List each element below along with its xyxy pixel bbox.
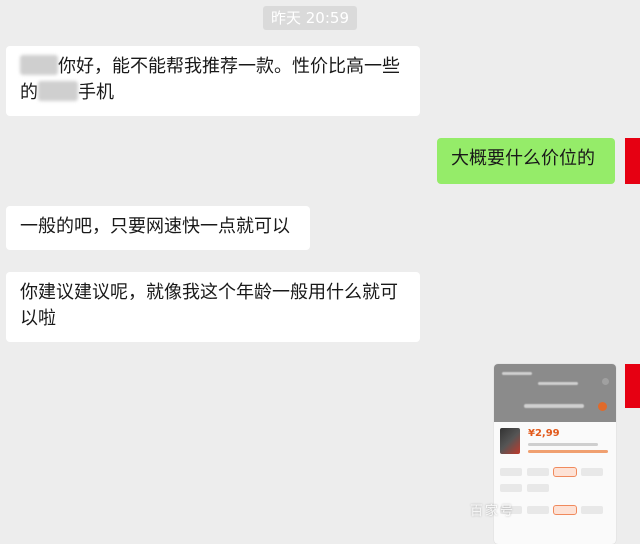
message-text: 你建议建议呢，就像我这个年龄一般用什么就可 (20, 282, 398, 303)
redacted-text (38, 81, 78, 101)
message-bubble-incoming[interactable]: 一般的吧，只要网速快一点就可以 (6, 206, 310, 250)
message-bubble-incoming[interactable]: 你建议建议呢，就像我这个年龄一般用什么就可 以啦 (6, 272, 420, 342)
product-price: ¥2,99 (528, 428, 560, 439)
message-text: 手机 (78, 82, 114, 103)
chat-timestamp: 昨天 20:59 (263, 6, 357, 30)
message-bubble-outgoing[interactable]: 大概要什么价位的 (437, 138, 615, 184)
message-text: 的 (20, 82, 38, 103)
phone-thumbnail (500, 428, 520, 454)
image-header (494, 364, 616, 422)
message-text: 你好，能不能帮我推荐一款。性价比高一些 (58, 56, 400, 77)
message-text: 一般的吧，只要网速快一点就可以 (20, 216, 290, 237)
message-bubble-incoming[interactable]: 你好，能不能帮我推荐一款。性价比高一些 的 手机 (6, 46, 420, 116)
message-text: 以啦 (20, 308, 56, 329)
redacted-text (20, 55, 58, 75)
avatar[interactable] (625, 138, 640, 184)
watermark: 百家号 (470, 504, 516, 519)
menu-icon (602, 378, 609, 385)
message-text: 大概要什么价位的 (451, 148, 595, 169)
cart-icon (598, 402, 607, 411)
avatar[interactable] (625, 364, 640, 408)
